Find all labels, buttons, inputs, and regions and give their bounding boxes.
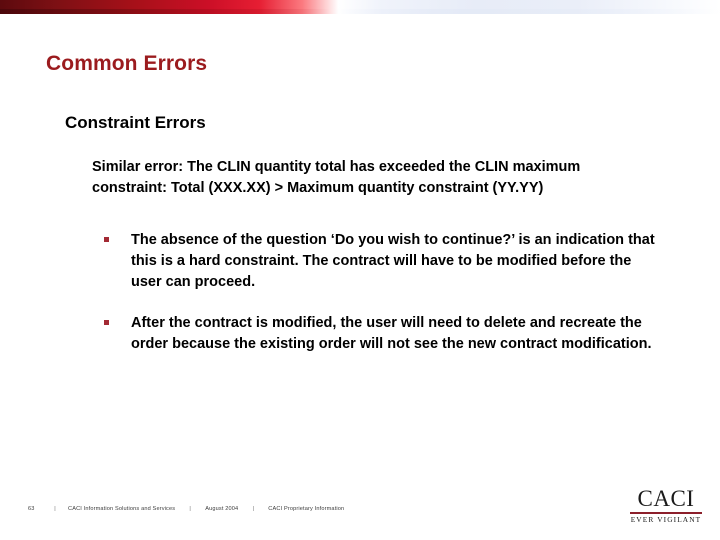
bullet-list: The absence of the question ‘Do you wish…: [104, 230, 656, 354]
footer-separator: |: [54, 506, 56, 512]
list-item: After the contract is modified, the user…: [104, 313, 656, 355]
banner-shadow-band: [0, 9, 720, 14]
footer-separator: |: [189, 506, 192, 512]
section-subtitle: Constraint Errors: [65, 113, 206, 133]
footer-separator: |: [252, 506, 255, 512]
lead-paragraph: Similar error: The CLIN quantity total h…: [92, 159, 581, 196]
footer-date: August 2004: [205, 506, 239, 512]
square-bullet-icon: [104, 319, 109, 325]
slide-canvas: Common Errors Constraint Errors Similar …: [0, 0, 720, 540]
list-item-text: The absence of the question ‘Do you wish…: [131, 232, 655, 290]
body-text-block: Similar error: The CLIN quantity total h…: [92, 157, 600, 198]
list-item: The absence of the question ‘Do you wish…: [104, 230, 656, 293]
footer-proprietary-notice: CACI Proprietary Information: [268, 506, 345, 512]
top-banner: [0, 0, 720, 14]
caci-logo: CACI EVER VIGILANT: [628, 487, 704, 524]
slide-footer: 63 | CACI Information Solutions and Serv…: [28, 506, 344, 512]
list-item-text: After the contract is modified, the user…: [131, 314, 652, 352]
footer-organization: CACI Information Solutions and Services: [68, 506, 176, 512]
page-title: Common Errors: [46, 52, 208, 76]
logo-divider-rule: [630, 512, 702, 514]
square-bullet-icon: [104, 237, 109, 242]
footer-page-number: 63: [28, 506, 35, 512]
caci-wordmark: CACI: [637, 486, 695, 511]
caci-tagline: EVER VIGILANT: [630, 515, 702, 524]
